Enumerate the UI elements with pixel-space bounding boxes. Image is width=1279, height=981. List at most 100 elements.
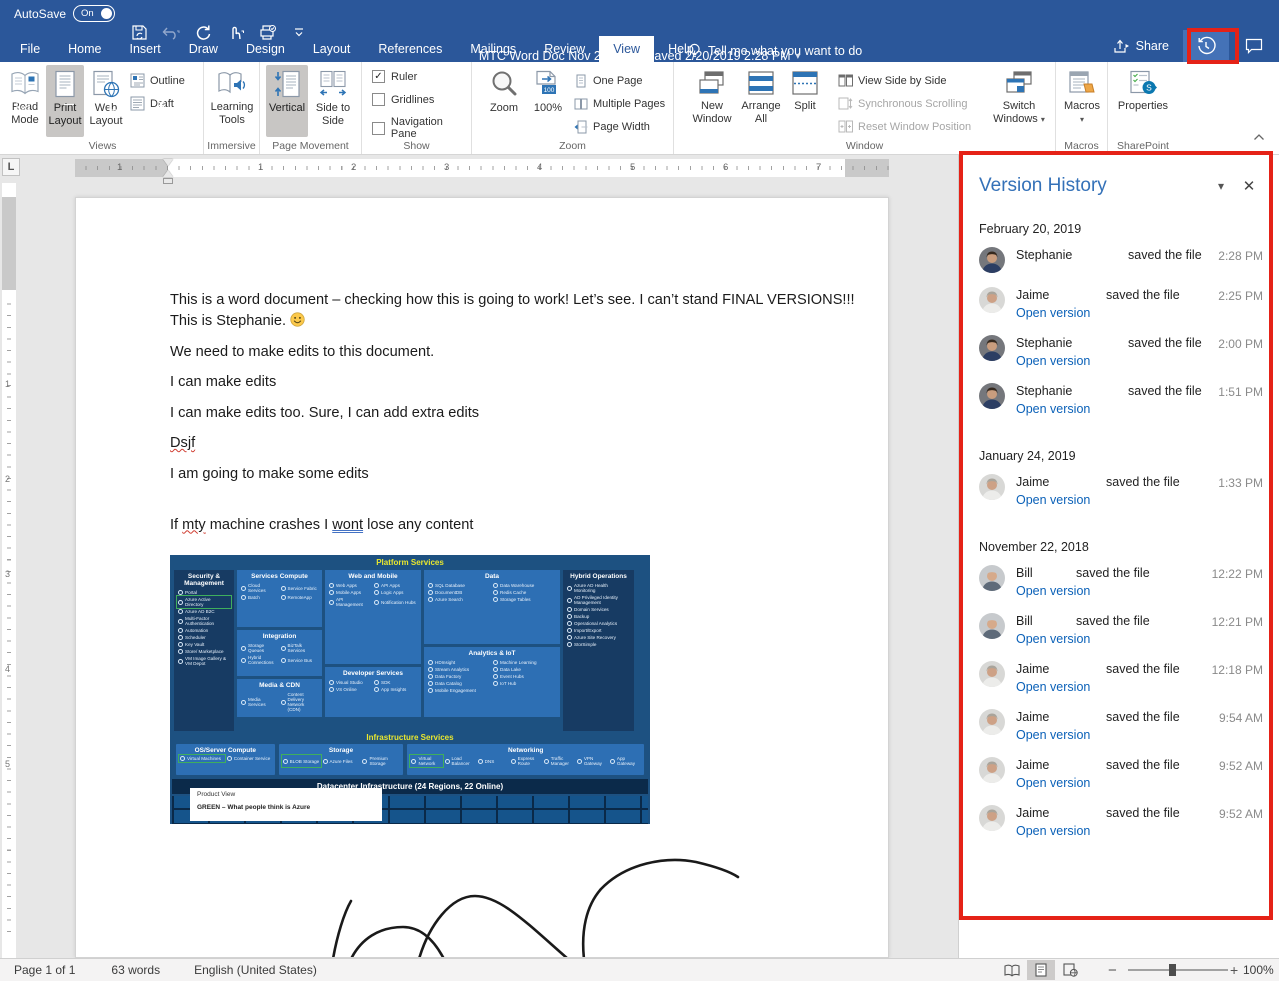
ruler-number: 1 — [258, 162, 263, 173]
close-button[interactable] — [138, 89, 184, 119]
avatar — [979, 661, 1005, 687]
read-mode-view-button[interactable] — [998, 960, 1026, 980]
version-date-header: February 20, 2019 — [979, 222, 1263, 236]
page-width-icon — [574, 120, 588, 134]
azure-item: BizTalk Services — [281, 643, 318, 653]
open-version-link[interactable]: Open version — [1016, 353, 1205, 370]
print-layout-view-icon — [1035, 963, 1047, 977]
open-version-link[interactable]: Open version — [1016, 583, 1205, 600]
navigation-pane-checkbox-box[interactable] — [372, 122, 385, 135]
open-version-link[interactable]: Open version — [1016, 631, 1205, 648]
azure-column: DataSQL DatabaseData WarehouseDocumentDB… — [424, 570, 560, 731]
page-width-button[interactable]: Page Width — [574, 116, 650, 137]
language-indicator[interactable]: English (United States) — [194, 963, 317, 977]
avatar — [979, 383, 1005, 409]
read-mode-view-icon — [1004, 964, 1020, 977]
close-pane-icon[interactable]: ✕ — [1235, 177, 1263, 195]
title-bar: AutoSave On MTC Word Doc Nov 22 - Last S… — [0, 0, 1279, 30]
azure-section-title: Networking — [407, 744, 644, 755]
ruler-number: 6 — [723, 162, 728, 173]
azure-legend-box: Product View GREEN – What people think i… — [190, 788, 382, 821]
open-version-link[interactable]: Open version — [1016, 305, 1205, 322]
azure-services-image[interactable]: Platform Services Security & ManagementP… — [170, 555, 650, 824]
azure-service-icon — [428, 660, 433, 665]
open-version-link[interactable]: Open version — [1016, 401, 1205, 418]
autosave-knob — [101, 8, 112, 19]
vertical-ruler[interactable]: 12345 — [2, 183, 16, 958]
ruler-ticks — [75, 166, 889, 170]
ruler-number: 4 — [537, 162, 542, 173]
tell-me-box[interactable]: Tell me what you want to do — [688, 43, 862, 59]
version-entry: Stephaniesaved the fileOpen version2:00 … — [979, 328, 1263, 376]
version-entry: Jaimesaved the fileOpen version9:52 AM — [979, 798, 1263, 846]
navigation-pane-checkbox[interactable]: Navigation Pane — [372, 116, 471, 140]
status-bar: Page 1 of 1 63 words English (United Sta… — [0, 958, 1279, 981]
open-version-link[interactable]: Open version — [1016, 775, 1205, 792]
word-count[interactable]: 63 words — [111, 963, 160, 977]
customize-qat-button[interactable] — [288, 20, 310, 44]
collapse-ribbon-button[interactable] — [1253, 128, 1265, 146]
version-author: Stephanie — [1016, 335, 1128, 352]
zoom-in-button[interactable]: + — [1230, 959, 1238, 981]
azure-service-icon — [428, 688, 433, 693]
open-version-link[interactable]: Open version — [1016, 492, 1205, 509]
redo-button[interactable] — [192, 20, 214, 44]
azure-infrastructure-title: Infrastructure Services — [170, 731, 650, 744]
zoom-slider-track[interactable] — [1128, 969, 1228, 971]
azure-service-icon — [567, 621, 572, 626]
print-preview-button[interactable] — [256, 20, 278, 44]
open-version-link[interactable]: Open version — [1016, 823, 1205, 840]
azure-item: Azure Active Directory — [178, 597, 230, 607]
azure-item: App Gateway — [610, 756, 640, 766]
azure-item: StorSimple — [567, 642, 630, 647]
ink-scribble-drawing[interactable] — [281, 841, 761, 958]
azure-service-icon — [241, 646, 246, 651]
restore-button[interactable] — [92, 89, 138, 119]
document-text[interactable]: This is a word document – checking how t… — [170, 290, 875, 545]
open-version-link[interactable]: Open version — [1016, 679, 1205, 696]
azure-service-icon — [567, 614, 572, 619]
redo-icon — [195, 24, 212, 41]
version-time: 2:28 PM — [1218, 249, 1263, 263]
hanging-indent-marker[interactable] — [163, 170, 173, 177]
zoom-slider-thumb[interactable] — [1169, 964, 1176, 976]
open-version-link[interactable]: Open version — [1016, 727, 1205, 744]
horizontal-ruler[interactable]: 11234567 — [75, 159, 889, 177]
document-page[interactable]: This is a word document – checking how t… — [75, 197, 889, 958]
azure-item: Service Fabric — [281, 583, 318, 593]
ruler-number: 2 — [5, 474, 10, 484]
print-layout-view-button[interactable] — [1027, 960, 1055, 980]
azure-service-icon — [281, 700, 286, 705]
touch-mode-icon — [225, 24, 245, 41]
save-button[interactable] — [128, 20, 150, 44]
tab-file[interactable]: File — [6, 36, 54, 62]
tab-stop-selector[interactable]: L — [2, 158, 20, 176]
autosave-pill[interactable]: On — [73, 5, 115, 22]
azure-platform-title: Platform Services — [170, 555, 650, 570]
azure-section-title: Hybrid Operations — [563, 570, 634, 581]
reset-window-position-icon — [838, 120, 853, 133]
azure-item: Data Factory — [428, 674, 490, 679]
zoom-out-button[interactable]: − — [1108, 959, 1117, 981]
grammar-flagged-word: wont — [332, 517, 363, 533]
ribbon-display-options-button[interactable] — [0, 89, 46, 119]
azure-section-security: Security & ManagementPortalAzure Active … — [174, 570, 234, 731]
azure-section-title: Analytics & IoT — [424, 647, 560, 658]
paragraph: I am going to make some edits — [170, 464, 875, 485]
azure-service-icon — [178, 635, 183, 640]
pane-options-chevron-icon[interactable]: ▾ — [1207, 179, 1235, 193]
zoom-percentage[interactable]: 100% — [1243, 963, 1274, 977]
first-line-indent-marker[interactable] — [163, 159, 173, 166]
group-label-sharepoint: SharePoint — [1108, 140, 1178, 152]
misspelled-word: mty — [182, 517, 206, 533]
tab-home[interactable]: Home — [54, 36, 115, 62]
left-indent-marker[interactable] — [163, 178, 173, 184]
undo-button[interactable] — [160, 20, 182, 44]
minimize-button[interactable] — [46, 89, 92, 119]
page-count[interactable]: Page 1 of 1 — [14, 963, 75, 977]
paragraph: I can make edits — [170, 372, 875, 393]
version-entry-body: Stephaniesaved the file — [1016, 247, 1205, 273]
touch-mode-button[interactable] — [224, 20, 246, 44]
version-time: 1:51 PM — [1218, 385, 1263, 399]
web-layout-view-button[interactable] — [1056, 960, 1084, 980]
